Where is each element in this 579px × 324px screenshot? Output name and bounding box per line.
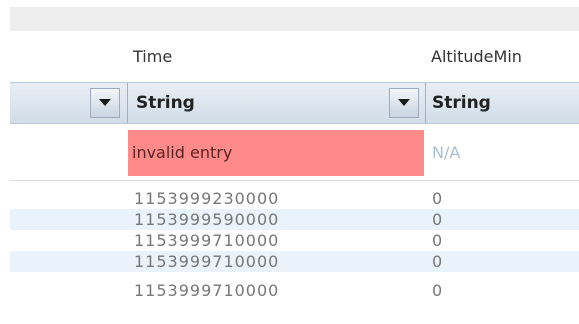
cell-time: 1153999710000 xyxy=(134,231,280,250)
column-type-row: String String xyxy=(10,82,579,124)
type-cell-altitudemin[interactable]: String xyxy=(425,83,579,123)
invalid-entry-cell[interactable]: invalid entry xyxy=(128,130,424,176)
table-view: Time AltitudeMin String String invalid e… xyxy=(0,0,579,324)
toolbar-bar xyxy=(10,7,579,31)
type-label-time: String xyxy=(136,93,195,113)
toolbar-strip xyxy=(0,0,579,36)
type-cell-previous xyxy=(10,83,127,123)
cell-time: 1153999590000 xyxy=(134,210,280,229)
cell-time: 1153999710000 xyxy=(134,252,280,271)
cell-altitudemin: 0 xyxy=(432,231,443,250)
cell-altitudemin: 0 xyxy=(432,210,443,229)
type-label-altitudemin: String xyxy=(432,93,491,113)
column-header-time[interactable]: Time xyxy=(133,36,172,78)
column-header-altitudemin[interactable]: AltitudeMin xyxy=(431,36,522,78)
chevron-down-icon xyxy=(398,99,410,106)
table-row[interactable]: 1153999710000 0 xyxy=(10,230,579,251)
cell-altitudemin: 0 xyxy=(432,252,443,271)
type-dropdown-time[interactable] xyxy=(389,88,419,118)
table-row[interactable]: 1153999710000 0 xyxy=(10,251,579,272)
table-row[interactable]: 1153999710000 0 xyxy=(10,272,579,324)
table-row[interactable]: 1153999230000 0 xyxy=(10,188,579,209)
row-separator xyxy=(10,180,579,181)
type-dropdown-previous[interactable] xyxy=(90,88,120,118)
type-cell-time[interactable]: String xyxy=(127,83,426,123)
chevron-down-icon xyxy=(99,99,111,106)
table-row[interactable]: 1153999590000 0 xyxy=(10,209,579,230)
cell-time: 1153999710000 xyxy=(134,281,280,300)
cell-altitudemin: 0 xyxy=(432,189,443,208)
cell-time: 1153999230000 xyxy=(134,189,280,208)
na-cell[interactable]: N/A xyxy=(432,130,460,176)
cell-altitudemin: 0 xyxy=(432,281,443,300)
